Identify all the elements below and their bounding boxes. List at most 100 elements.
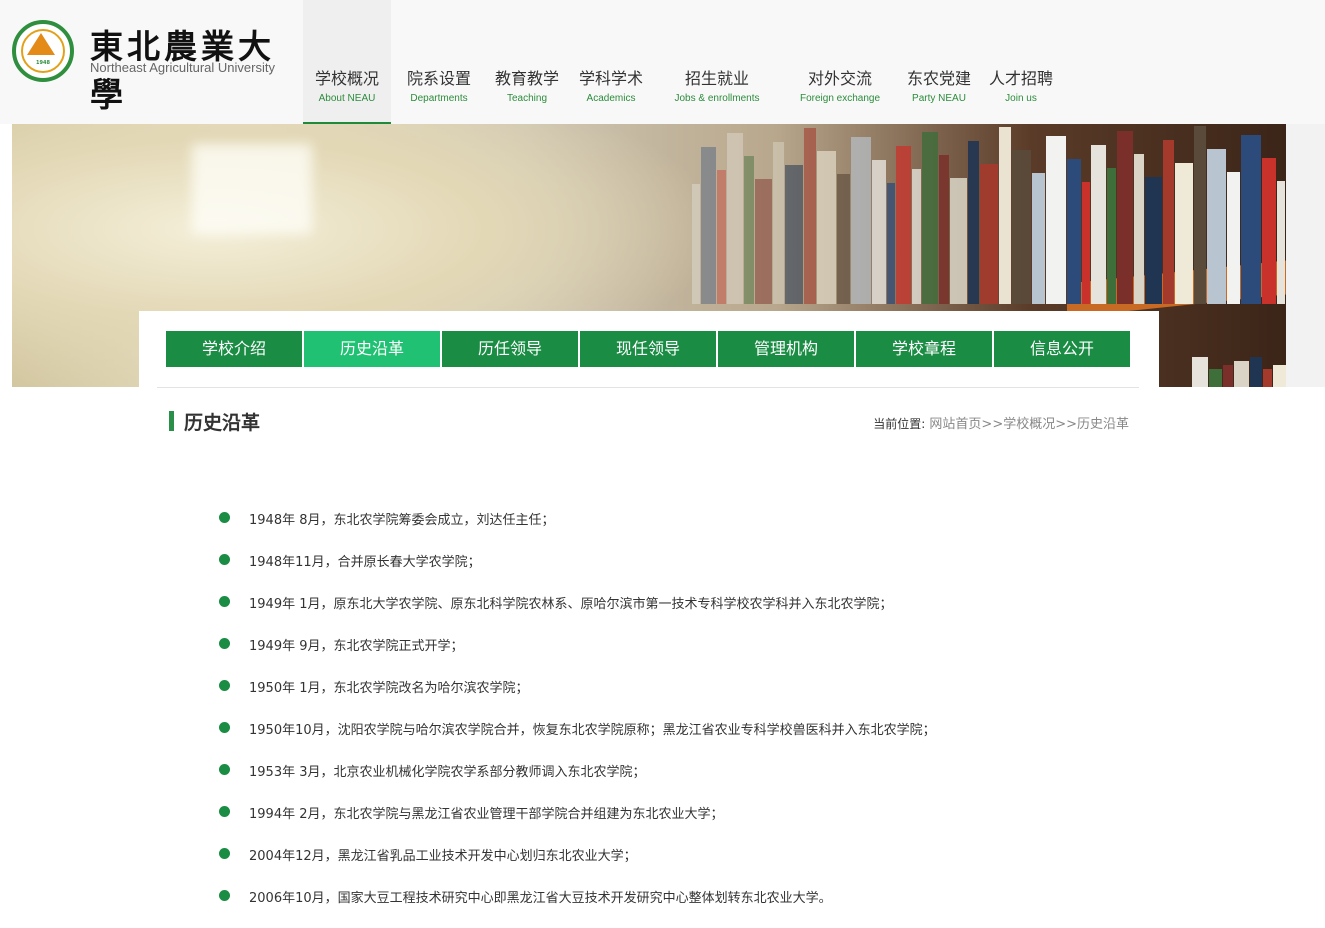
book-spine bbox=[1175, 163, 1193, 304]
book-spine bbox=[1046, 136, 1066, 304]
book-spine bbox=[785, 165, 803, 304]
breadcrumb-path[interactable]: 网站首页>>学校概况>>历史沿革 bbox=[929, 417, 1129, 432]
breadcrumb-label: 当前位置: bbox=[873, 417, 926, 431]
book-spine bbox=[1145, 177, 1162, 304]
book-spine bbox=[755, 179, 772, 304]
nav-label: 院系设置 bbox=[406, 69, 471, 88]
university-emblem-icon: 1948 bbox=[12, 20, 74, 82]
book-spine bbox=[922, 132, 938, 304]
book-spine bbox=[837, 174, 850, 304]
bullet-icon bbox=[219, 554, 230, 565]
book-spine bbox=[1134, 154, 1144, 304]
bullet-icon bbox=[219, 638, 230, 649]
bullet-icon bbox=[219, 806, 230, 817]
book-spine bbox=[717, 170, 726, 304]
book-spine bbox=[744, 156, 754, 304]
nav-label: 招生就业 bbox=[684, 69, 749, 88]
book-spine bbox=[872, 160, 886, 304]
book-spine bbox=[980, 164, 998, 304]
tab-former-leaders[interactable]: 历任领导 bbox=[442, 331, 578, 367]
book-spine bbox=[1032, 173, 1045, 304]
nav-item-party[interactable]: 东农党建 Party NEAU bbox=[902, 0, 976, 124]
book-spine bbox=[851, 137, 871, 304]
book-spine bbox=[773, 142, 784, 304]
nav-sublabel: Jobs & enrollments bbox=[674, 93, 760, 104]
nav-label: 学科学术 bbox=[578, 69, 643, 88]
nav-item-join-us[interactable]: 人才招聘 Join us bbox=[984, 0, 1058, 124]
book-spine bbox=[727, 133, 743, 304]
nav-label: 东农党建 bbox=[906, 69, 971, 88]
bullet-icon bbox=[219, 596, 230, 607]
nav-item-departments[interactable]: 院系设置 Departments bbox=[396, 0, 482, 124]
tab-administration[interactable]: 管理机构 bbox=[718, 331, 854, 367]
book-spine bbox=[701, 147, 716, 304]
book-spine bbox=[804, 128, 816, 304]
banner-edge bbox=[1286, 124, 1325, 387]
nav-sublabel: Party NEAU bbox=[912, 93, 966, 104]
site-header: 1948 東北農業大學 Northeast Agricultural Unive… bbox=[0, 0, 1325, 124]
bookshelf-illustration bbox=[692, 124, 1286, 304]
timeline-text: 1948年 8月，东北农学院筹委会成立，刘达任主任； bbox=[249, 513, 555, 528]
nav-sublabel: Join us bbox=[1005, 93, 1037, 104]
book-spine bbox=[1263, 369, 1272, 387]
bullet-icon bbox=[219, 512, 230, 523]
timeline-text: 1953年 3月，北京农业机械化学院农学系部分教师调入东北农学院； bbox=[249, 765, 646, 780]
nav-label: 对外交流 bbox=[807, 69, 872, 88]
tab-information-disclosure[interactable]: 信息公开 bbox=[994, 331, 1130, 367]
nav-item-jobs[interactable]: 招生就业 Jobs & enrollments bbox=[664, 0, 770, 124]
book-spine bbox=[1012, 150, 1031, 304]
book-spine bbox=[950, 178, 967, 304]
nav-sublabel: Teaching bbox=[506, 93, 548, 104]
section-nav-card: 学校介绍 历史沿革 历任领导 现任领导 管理机构 学校章程 信息公开 bbox=[139, 311, 1159, 401]
book-spine bbox=[968, 141, 979, 304]
book-spine bbox=[999, 127, 1011, 304]
logo-english-name: Northeast Agricultural University bbox=[90, 60, 275, 75]
book-spine bbox=[939, 155, 949, 304]
tab-current-leaders[interactable]: 现任领导 bbox=[580, 331, 716, 367]
book-spine bbox=[1273, 365, 1286, 387]
nav-label: 学校概况 bbox=[314, 69, 379, 88]
bullet-icon bbox=[219, 764, 230, 775]
page-title: 历史沿革 bbox=[184, 412, 261, 434]
tab-school-intro[interactable]: 学校介绍 bbox=[166, 331, 302, 367]
book-spine bbox=[692, 184, 700, 304]
nav-label: 教育教学 bbox=[494, 69, 559, 88]
breadcrumb: 当前位置: 网站首页>>学校概况>>历史沿革 bbox=[873, 413, 1129, 432]
bullet-icon bbox=[219, 722, 230, 733]
book-spine bbox=[1262, 158, 1276, 304]
book-spine bbox=[817, 151, 836, 304]
book-spine bbox=[1082, 182, 1090, 304]
tab-charter[interactable]: 学校章程 bbox=[856, 331, 992, 367]
bullet-icon bbox=[219, 680, 230, 691]
timeline-text: 1948年11月，合并原长春大学农学院； bbox=[249, 555, 481, 570]
section-tabs: 学校介绍 历史沿革 历任领导 现任领导 管理机构 学校章程 信息公开 bbox=[166, 331, 1131, 367]
book-spine bbox=[1067, 159, 1081, 304]
book-spine bbox=[1209, 369, 1222, 387]
bullet-icon bbox=[219, 890, 230, 901]
timeline-text: 1949年 9月，东北农学院正式开学； bbox=[249, 639, 464, 654]
book-spine bbox=[1117, 131, 1133, 304]
nav-sublabel: Departments bbox=[410, 93, 468, 104]
book-spine bbox=[912, 169, 921, 304]
emblem-year: 1948 bbox=[36, 60, 50, 66]
tab-history[interactable]: 历史沿革 bbox=[304, 331, 440, 367]
nav-label: 人才招聘 bbox=[988, 69, 1053, 88]
book-spine bbox=[1192, 357, 1208, 387]
nav-item-academics[interactable]: 学科学术 Academics bbox=[572, 0, 650, 124]
book-spine bbox=[887, 183, 895, 304]
timeline-text: 2004年12月，黑龙江省乳品工业技术开发中心划归东北农业大学； bbox=[249, 849, 637, 864]
timeline-text: 1949年 1月，原东北大学农学院、原东北科学院农林系、原哈尔滨市第一技术专科学… bbox=[249, 597, 893, 612]
book-spine bbox=[1107, 168, 1116, 304]
nav-item-foreign-exchange[interactable]: 对外交流 Foreign exchange bbox=[790, 0, 890, 124]
book-spine bbox=[1234, 361, 1249, 387]
nav-item-about[interactable]: 学校概况 About NEAU bbox=[303, 0, 391, 124]
book-spine bbox=[1223, 365, 1233, 387]
bullet-icon bbox=[219, 848, 230, 859]
book-spine bbox=[1163, 140, 1174, 304]
book-spine bbox=[1194, 126, 1206, 304]
nav-item-teaching[interactable]: 教育教学 Teaching bbox=[488, 0, 566, 124]
book-spine bbox=[1227, 172, 1240, 304]
timeline-text: 1950年10月，沈阳农学院与哈尔滨农学院合并，恢复东北农学院原称；黑龙江省农业… bbox=[249, 723, 936, 738]
university-logo[interactable]: 1948 東北農業大學 Northeast Agricultural Unive… bbox=[12, 18, 302, 114]
timeline-text: 2006年10月，国家大豆工程技术研究中心即黑龙江省大豆技术开发研究中心整体划转… bbox=[249, 891, 832, 906]
